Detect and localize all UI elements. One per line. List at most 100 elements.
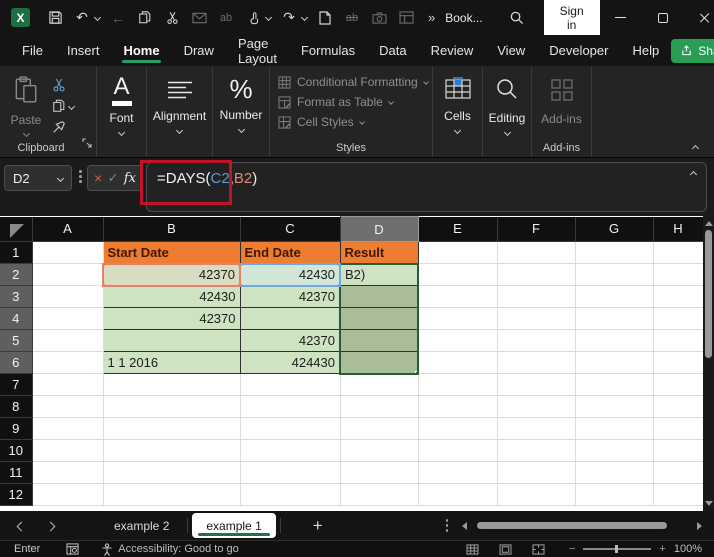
- row-header-10[interactable]: 10: [0, 440, 32, 462]
- column-header-d[interactable]: D: [340, 217, 418, 242]
- clipboard-dialog-launcher-icon[interactable]: [82, 135, 92, 153]
- insert-function-icon[interactable]: fx: [124, 171, 136, 186]
- column-header-c[interactable]: C: [240, 217, 340, 242]
- row-header-3[interactable]: 3: [0, 286, 32, 308]
- redo-menu-chevron-icon[interactable]: [301, 14, 308, 21]
- page-layout-view-icon[interactable]: [499, 544, 512, 555]
- cell-C5[interactable]: 42370: [240, 330, 340, 352]
- tab-developer[interactable]: Developer: [537, 35, 620, 66]
- row-header-11[interactable]: 11: [0, 462, 32, 484]
- cell-B6[interactable]: 1 1 2016: [103, 352, 240, 374]
- tab-formulas[interactable]: Formulas: [289, 35, 367, 66]
- minimize-button[interactable]: [600, 0, 642, 35]
- normal-view-icon[interactable]: [466, 544, 479, 555]
- search-icon[interactable]: [509, 9, 524, 27]
- cell-A2[interactable]: [32, 264, 103, 286]
- cell-D1[interactable]: Result: [340, 242, 418, 264]
- copy-icon[interactable]: [136, 9, 154, 27]
- touch-menu-chevron-icon[interactable]: [265, 14, 272, 21]
- font-button[interactable]: A Font: [97, 66, 146, 144]
- tab-data[interactable]: Data: [367, 35, 418, 66]
- row-header-7[interactable]: 7: [0, 374, 32, 396]
- cell-D5[interactable]: [340, 330, 418, 352]
- row-header-12[interactable]: 12: [0, 484, 32, 506]
- save-icon[interactable]: [46, 9, 64, 27]
- alignment-button[interactable]: Alignment: [147, 66, 212, 144]
- collapse-formula-bar-icon[interactable]: [690, 171, 697, 178]
- row-header-1[interactable]: 1: [0, 242, 32, 264]
- paste-button[interactable]: Paste: [0, 76, 52, 136]
- name-box[interactable]: D2: [4, 165, 72, 191]
- cell-A1[interactable]: [32, 242, 103, 264]
- vertical-scrollbar[interactable]: [703, 216, 714, 511]
- cell-A3[interactable]: [32, 286, 103, 308]
- formula-input[interactable]: =DAYS(C2,B2): [146, 162, 707, 212]
- collapse-ribbon-icon[interactable]: [692, 145, 699, 152]
- row-header-4[interactable]: 4: [0, 308, 32, 330]
- tab-page-layout[interactable]: Page Layout: [226, 35, 289, 66]
- sign-in-button[interactable]: Sign in: [544, 0, 600, 37]
- cell-B1[interactable]: Start Date: [103, 242, 240, 264]
- cut-icon[interactable]: [163, 9, 181, 27]
- sheet-tab-example-1-active[interactable]: example 1: [192, 513, 275, 538]
- tab-review[interactable]: Review: [419, 35, 486, 66]
- maximize-button[interactable]: [642, 0, 684, 35]
- horizontal-scrollbar[interactable]: [462, 521, 702, 530]
- scroll-right-icon[interactable]: [697, 522, 702, 530]
- format-painter-button[interactable]: [52, 120, 74, 134]
- tab-file[interactable]: File: [10, 35, 55, 66]
- qat-overflow-icon[interactable]: »: [428, 10, 435, 25]
- undo-icon[interactable]: ↶: [73, 9, 91, 27]
- cut-button[interactable]: [52, 78, 74, 92]
- column-header-g[interactable]: G: [575, 217, 653, 242]
- row-header-6[interactable]: 6: [0, 352, 32, 374]
- add-sheet-button[interactable]: +: [313, 516, 323, 536]
- tab-insert[interactable]: Insert: [55, 35, 112, 66]
- cell-C1[interactable]: End Date: [240, 242, 340, 264]
- scroll-up-icon[interactable]: [705, 221, 713, 226]
- row-header-8[interactable]: 8: [0, 396, 32, 418]
- cell-D4[interactable]: [340, 308, 418, 330]
- row-header-9[interactable]: 9: [0, 418, 32, 440]
- cell-D3[interactable]: [340, 286, 418, 308]
- column-header-h[interactable]: H: [653, 217, 703, 242]
- conditional-formatting-button[interactable]: Conditional Formatting: [278, 75, 432, 89]
- column-header-f[interactable]: F: [497, 217, 575, 242]
- cell-D2-editing[interactable]: B2): [340, 264, 418, 286]
- column-header-a[interactable]: A: [32, 217, 103, 242]
- scroll-down-icon[interactable]: [705, 501, 713, 506]
- number-button[interactable]: % Number: [213, 66, 269, 144]
- zoom-level[interactable]: 100%: [674, 543, 702, 555]
- select-all-corner[interactable]: [0, 217, 32, 242]
- tab-draw[interactable]: Draw: [172, 35, 226, 66]
- tab-help[interactable]: Help: [620, 35, 671, 66]
- cell-C4[interactable]: [240, 308, 340, 330]
- editing-button[interactable]: Editing: [483, 66, 531, 144]
- macro-record-icon[interactable]: [66, 543, 79, 555]
- tab-home[interactable]: Home: [111, 35, 171, 66]
- sheet-bar-options-dots[interactable]: [446, 519, 449, 532]
- page-break-preview-icon[interactable]: [532, 544, 545, 555]
- sheet-nav-left-icon[interactable]: [18, 517, 25, 535]
- cell-C6[interactable]: 424430: [240, 352, 340, 374]
- zoom-in-button[interactable]: +: [659, 543, 665, 555]
- cells-button[interactable]: Cells: [433, 66, 482, 144]
- sheet-tab-example-2[interactable]: example 2: [96, 519, 187, 533]
- row-header-5[interactable]: 5: [0, 330, 32, 352]
- undo-menu-chevron-icon[interactable]: [94, 14, 101, 21]
- tab-view[interactable]: View: [485, 35, 537, 66]
- zoom-slider-thumb[interactable]: [615, 545, 618, 553]
- enter-icon[interactable]: ✓: [108, 170, 119, 186]
- column-header-b[interactable]: B: [103, 217, 240, 242]
- cell-A4[interactable]: [32, 308, 103, 330]
- cell-B5[interactable]: [103, 330, 240, 352]
- column-header-e[interactable]: E: [418, 217, 497, 242]
- touch-mode-icon[interactable]: [244, 9, 262, 27]
- cell-B3[interactable]: 42430: [103, 286, 240, 308]
- format-as-table-button[interactable]: Format as Table: [278, 95, 432, 109]
- redo-icon[interactable]: ↷: [280, 9, 298, 27]
- close-button[interactable]: [684, 0, 714, 35]
- horizontal-scrollbar-thumb[interactable]: [477, 522, 667, 529]
- share-button[interactable]: Share: [671, 39, 714, 63]
- zoom-slider[interactable]: [583, 548, 651, 549]
